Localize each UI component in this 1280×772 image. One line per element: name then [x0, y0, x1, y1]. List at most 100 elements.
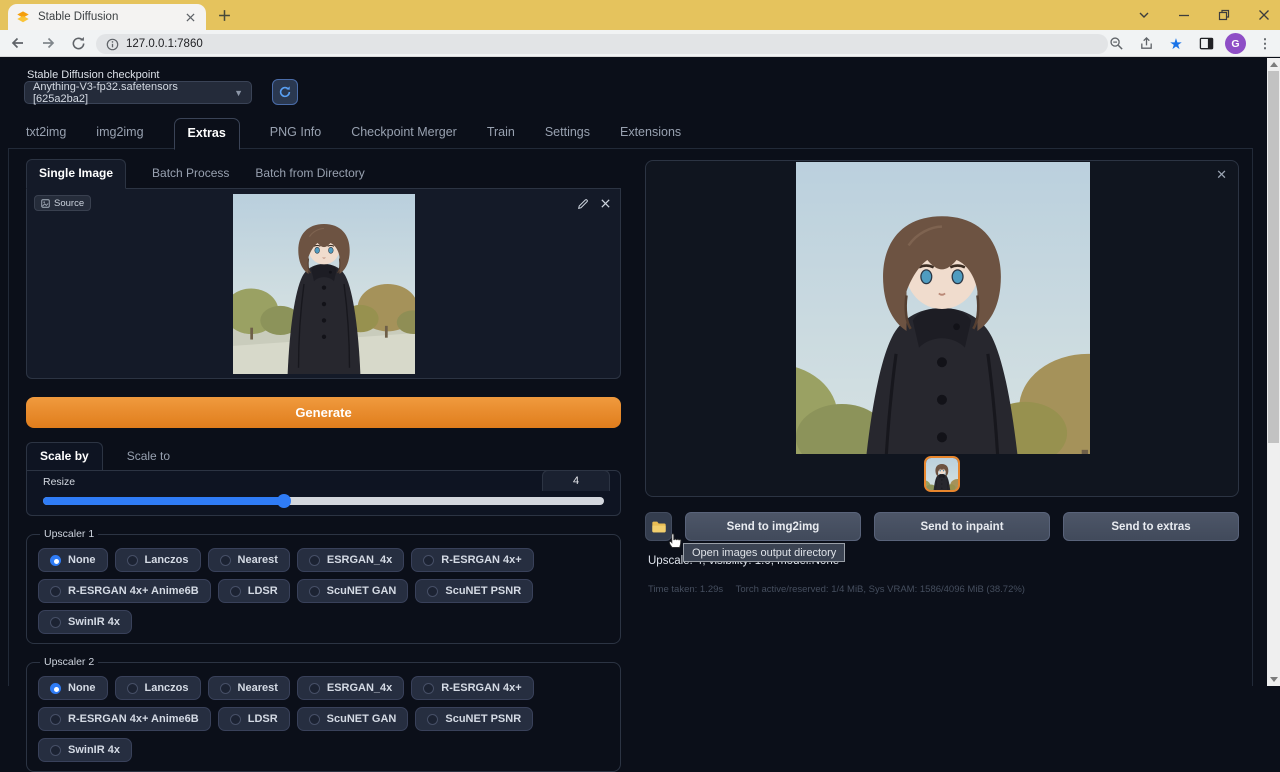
- upscaler1-option-nearest[interactable]: Nearest: [208, 548, 290, 572]
- tab-train[interactable]: Train: [487, 125, 515, 149]
- tab-settings[interactable]: Settings: [545, 125, 590, 149]
- browser-toolbar: 127.0.0.1:7860 ★ G ⋮: [0, 30, 1280, 57]
- upscaler2-group: Upscaler 2 None Lanczos Nearest ESRGAN_4…: [26, 656, 621, 772]
- upscaler2-option-resrgan4x[interactable]: R-ESRGAN 4x+: [411, 676, 533, 700]
- tab-extensions[interactable]: Extensions: [620, 125, 681, 149]
- result-image[interactable]: [796, 162, 1090, 454]
- tab-title: Stable Diffusion: [38, 11, 182, 23]
- time-taken-text: Time taken: 1.29s: [648, 584, 723, 595]
- reload-icon[interactable]: [66, 32, 90, 54]
- upscaler2-option-none[interactable]: None: [38, 676, 108, 700]
- upscaler1-option-resrgan4x[interactable]: R-ESRGAN 4x+: [411, 548, 533, 572]
- checkpoint-dropdown[interactable]: Anything-V3-fp32.safetensors [625a2ba2] …: [24, 81, 252, 104]
- tab-extras[interactable]: Extras: [174, 118, 240, 150]
- scale-by-panel: Resize 4: [26, 470, 621, 516]
- tab-batch-from-directory[interactable]: Batch from Directory: [255, 166, 364, 188]
- extras-left-panel: Single Image Batch Process Batch from Di…: [26, 160, 621, 772]
- bookmark-star-icon[interactable]: ★: [1165, 33, 1187, 55]
- radio-icon: [50, 745, 61, 756]
- checkpoint-label: Stable Diffusion checkpoint: [27, 69, 160, 81]
- upscaler2-option-swinir4x[interactable]: SwinIR 4x: [38, 738, 132, 762]
- source-label: Source: [54, 198, 84, 209]
- side-panel-icon[interactable]: [1195, 33, 1217, 55]
- back-icon[interactable]: [6, 32, 30, 54]
- tab-txt2img[interactable]: txt2img: [26, 125, 66, 149]
- upscaler1-option-swinir4x[interactable]: SwinIR 4x: [38, 610, 132, 634]
- source-label-chip: Source: [34, 195, 91, 211]
- send-to-img2img-button[interactable]: Send to img2img: [685, 512, 861, 541]
- browser-tab[interactable]: Stable Diffusion: [8, 4, 206, 30]
- scrollbar-thumb[interactable]: [1268, 71, 1279, 443]
- upscaler1-option-none[interactable]: None: [38, 548, 108, 572]
- clear-image-icon[interactable]: [598, 196, 613, 211]
- kebab-menu-icon[interactable]: ⋮: [1254, 33, 1276, 55]
- scroll-down-icon[interactable]: [1270, 677, 1278, 682]
- resize-value-input[interactable]: 4: [542, 470, 610, 491]
- zoom-icon[interactable]: [1105, 33, 1127, 55]
- upscaler2-option-scunet-psnr[interactable]: ScuNET PSNR: [415, 707, 533, 731]
- upscaler2-option-scunet-gan[interactable]: ScuNET GAN: [297, 707, 409, 731]
- upscaler1-label: Upscaler 1: [40, 528, 98, 540]
- radio-icon: [423, 683, 434, 694]
- site-info-icon[interactable]: [106, 38, 119, 51]
- tab-png-info[interactable]: PNG Info: [270, 125, 321, 149]
- extras-sub-tabs: Single Image Batch Process Batch from Di…: [26, 160, 621, 189]
- gradio-favicon-icon: [16, 10, 30, 24]
- radio-icon: [230, 586, 241, 597]
- tab-close-icon[interactable]: [182, 9, 198, 25]
- tab-single-image[interactable]: Single Image: [26, 159, 126, 189]
- window-controls: [1136, 0, 1272, 30]
- upscaler1-option-resrgan-anime6b[interactable]: R-ESRGAN 4x+ Anime6B: [38, 579, 211, 603]
- chevron-down-icon[interactable]: [1136, 7, 1152, 23]
- slider-handle[interactable]: [277, 494, 291, 508]
- performance-text: Time taken: 1.29s Torch active/reserved:…: [648, 584, 1035, 595]
- close-window-icon[interactable]: [1256, 7, 1272, 23]
- upscaler2-option-esrgan4x[interactable]: ESRGAN_4x: [297, 676, 404, 700]
- tab-img2img[interactable]: img2img: [96, 125, 143, 149]
- upscaler1-option-ldsr[interactable]: LDSR: [218, 579, 290, 603]
- radio-icon: [309, 555, 320, 566]
- edit-image-icon[interactable]: [575, 196, 590, 211]
- upscaler1-option-scunet-psnr[interactable]: ScuNET PSNR: [415, 579, 533, 603]
- forward-icon[interactable]: [36, 32, 60, 54]
- url-bar[interactable]: 127.0.0.1:7860: [96, 34, 1108, 54]
- resize-slider[interactable]: [43, 497, 604, 505]
- source-image-dropzone[interactable]: Source: [26, 189, 621, 379]
- radio-icon: [309, 714, 320, 725]
- tab-checkpoint-merger[interactable]: Checkpoint Merger: [351, 125, 457, 149]
- radio-icon: [50, 586, 61, 597]
- send-buttons-row: Send to img2img Send to inpaint Send to …: [645, 512, 1239, 541]
- tab-scale-to[interactable]: Scale to: [127, 449, 170, 470]
- upscaler1-option-scunet-gan[interactable]: ScuNET GAN: [297, 579, 409, 603]
- source-image: [233, 194, 415, 374]
- result-image-panel: ✕: [645, 160, 1239, 497]
- send-to-extras-button[interactable]: Send to extras: [1063, 512, 1239, 541]
- upscaler1-option-esrgan4x[interactable]: ESRGAN_4x: [297, 548, 404, 572]
- radio-icon: [50, 555, 61, 566]
- close-result-icon[interactable]: ✕: [1216, 168, 1227, 181]
- vertical-scrollbar[interactable]: [1267, 58, 1280, 686]
- avatar[interactable]: G: [1225, 33, 1246, 54]
- output-panel: ✕ Send to img2img Send to inpaint Send t…: [645, 160, 1239, 497]
- new-tab-button[interactable]: [216, 7, 233, 24]
- minimize-icon[interactable]: [1176, 7, 1192, 23]
- radio-icon: [309, 683, 320, 694]
- url-text: 127.0.0.1:7860: [126, 38, 203, 50]
- generate-button[interactable]: Generate: [26, 397, 621, 428]
- restore-icon[interactable]: [1216, 7, 1232, 23]
- radio-icon: [427, 714, 438, 725]
- upscaler2-option-resrgan-anime6b[interactable]: R-ESRGAN 4x+ Anime6B: [38, 707, 211, 731]
- send-to-inpaint-button[interactable]: Send to inpaint: [874, 512, 1050, 541]
- refresh-checkpoint-button[interactable]: [272, 79, 298, 105]
- upscaler2-option-ldsr[interactable]: LDSR: [218, 707, 290, 731]
- upscaler2-option-lanczos[interactable]: Lanczos: [115, 676, 201, 700]
- scroll-up-icon[interactable]: [1270, 62, 1278, 67]
- tab-batch-process[interactable]: Batch Process: [152, 166, 229, 188]
- upscaler1-option-lanczos[interactable]: Lanczos: [115, 548, 201, 572]
- share-icon[interactable]: [1135, 33, 1157, 55]
- upscaler2-option-nearest[interactable]: Nearest: [208, 676, 290, 700]
- open-folder-button[interactable]: [645, 512, 672, 541]
- tab-scale-by[interactable]: Scale by: [26, 442, 103, 471]
- radio-icon: [127, 555, 138, 566]
- result-thumbnail[interactable]: [924, 456, 960, 492]
